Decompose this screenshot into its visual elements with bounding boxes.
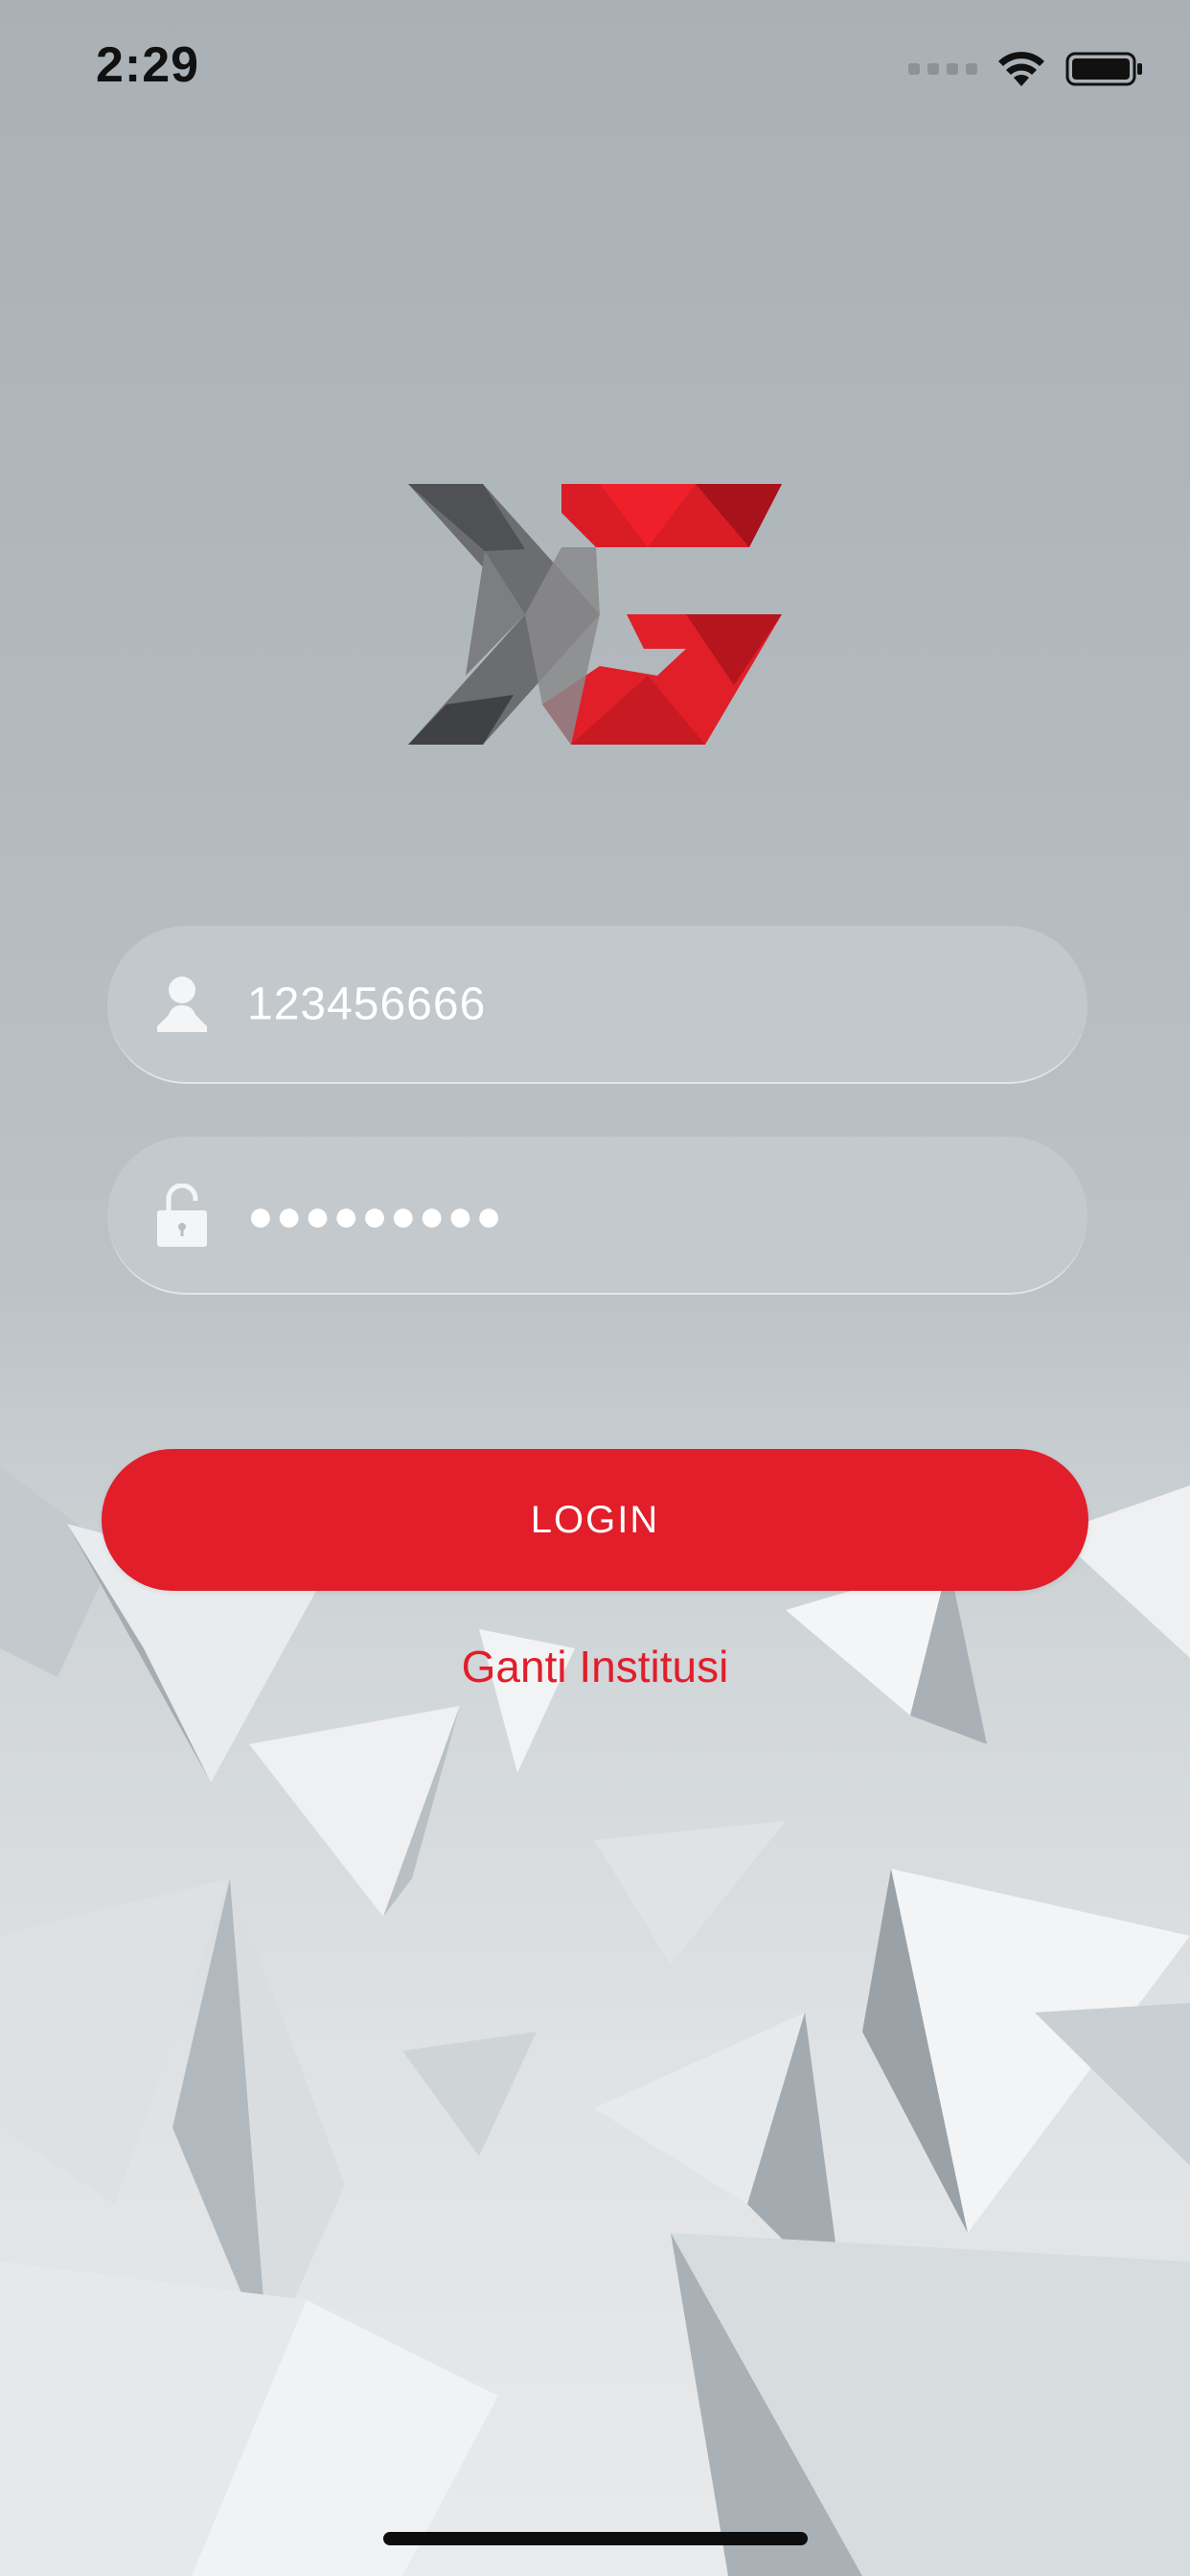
- unlock-icon: [157, 1183, 207, 1247]
- battery-icon: [1065, 52, 1142, 86]
- status-time: 2:29: [96, 37, 200, 93]
- username-value: 123456666: [247, 978, 487, 1029]
- username-field[interactable]: 123456666: [107, 926, 1087, 1084]
- password-field[interactable]: ●●●●●●●●●: [107, 1137, 1087, 1295]
- status-icons: [908, 50, 1144, 88]
- login-button[interactable]: LOGIN: [102, 1449, 1088, 1591]
- wifi-icon: [998, 52, 1044, 86]
- change-institution-link[interactable]: Ganti Institusi: [0, 1641, 1190, 1692]
- login-screen: 2:29 123456666 ●●●●●●●●● LOGIN Ganti Ins…: [0, 0, 1190, 2576]
- user-icon: [157, 976, 207, 1032]
- xg-logo-icon: [408, 484, 782, 745]
- password-value: ●●●●●●●●●: [247, 1189, 505, 1240]
- signal-icon: [908, 63, 977, 75]
- home-indicator[interactable]: [383, 2532, 808, 2545]
